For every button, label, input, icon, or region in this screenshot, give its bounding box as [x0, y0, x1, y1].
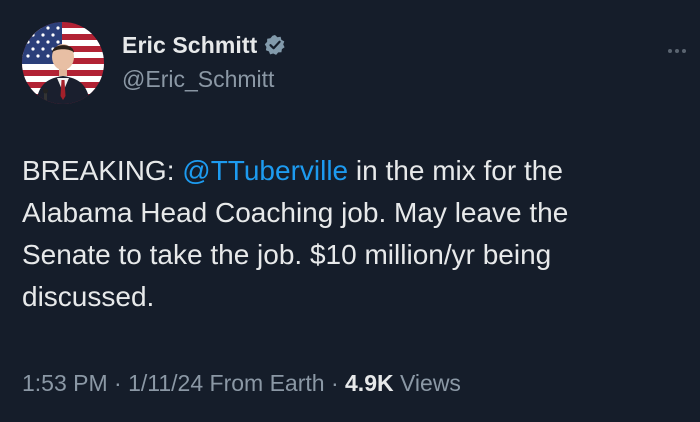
author-name-row: Eric Schmitt [122, 30, 286, 60]
meta-separator: · [107, 370, 129, 396]
avatar[interactable] [22, 22, 104, 104]
tweet-meta: 1:53 PM · 1/11/24 From Earth · 4.9K View… [22, 370, 461, 397]
author-info: Eric Schmitt @Eric_Schmitt [122, 30, 286, 93]
mention-link[interactable]: @TTuberville [182, 155, 348, 186]
views-label: Views [393, 370, 461, 396]
tweet-card: Eric Schmitt @Eric_Schmitt BREAKING: @TT… [0, 0, 700, 422]
author-name[interactable]: Eric Schmitt [122, 32, 257, 59]
tweet-text-prefix: BREAKING: [22, 155, 183, 186]
tweet-text-line1-rest: in the mix for the [348, 155, 563, 186]
views-count[interactable]: 4.9K [345, 370, 394, 396]
tweet-text-line3: Senate to take the job. $10 million/yr b… [22, 239, 552, 270]
tweet-location: From Earth [203, 370, 325, 396]
meta-separator-2: · [324, 370, 346, 396]
tweet-text-line4: discussed. [22, 281, 155, 312]
verified-badge-icon[interactable] [264, 34, 286, 56]
more-options-icon[interactable] [668, 40, 690, 53]
tweet-time[interactable]: 1:53 PM [22, 370, 108, 396]
tweet-text-line2: Alabama Head Coaching job. May leave the [22, 197, 569, 228]
tweet-text: BREAKING: @TTuberville in the mix for th… [22, 150, 672, 318]
avatar-image [22, 22, 104, 104]
tweet-date[interactable]: 1/11/24 [128, 370, 203, 396]
author-handle[interactable]: @Eric_Schmitt [122, 66, 286, 93]
